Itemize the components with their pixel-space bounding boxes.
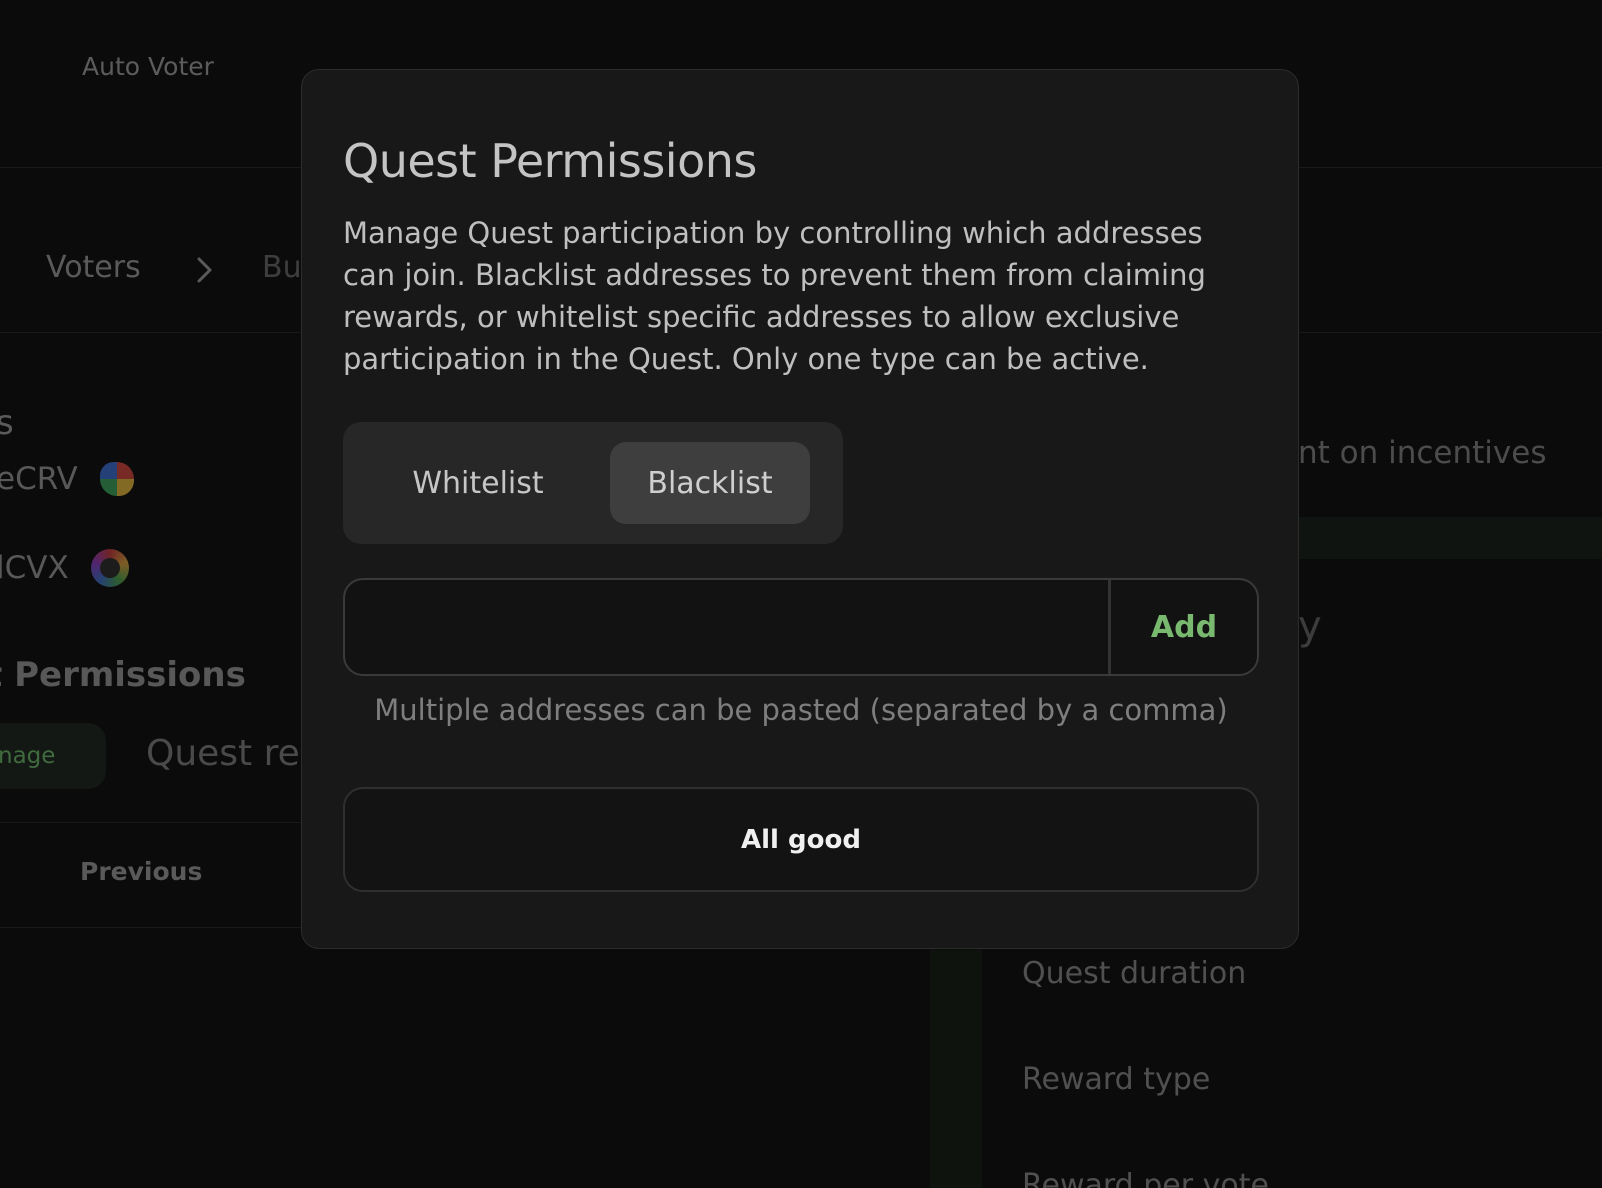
- breadcrumb-next[interactable]: Bu: [262, 250, 302, 285]
- reward-per-vote-label: Reward per vote: [1022, 1168, 1269, 1188]
- chevron-right-icon: [197, 257, 212, 283]
- left-panel: s eCRV lCVX t Permissions nage Quest rev…: [0, 333, 321, 1188]
- summary-heading-fragment: y: [1298, 603, 1322, 649]
- quest-rewards-label: Quest rev: [146, 733, 322, 774]
- section-heading-fragment: s: [0, 403, 14, 443]
- previous-button[interactable]: Previous: [80, 857, 202, 886]
- convex-logo-icon: [90, 549, 129, 587]
- summary-accent-strip: [930, 950, 982, 1188]
- modal-description: Manage Quest participation by controllin…: [343, 216, 1206, 376]
- blacklist-tab[interactable]: Blacklist: [610, 442, 810, 524]
- address-entry: Add: [343, 578, 1259, 676]
- quest-permissions-modal: Quest Permissions Manage Quest participa…: [301, 69, 1299, 949]
- quest-duration-label: Quest duration: [1022, 956, 1247, 991]
- breadcrumb-voters[interactable]: Voters: [46, 250, 141, 285]
- curve-logo-icon: [99, 462, 134, 496]
- right-panel: nt on incentives y: [1298, 333, 1602, 1188]
- reward-type-label: Reward type: [1022, 1062, 1211, 1097]
- address-input[interactable]: [345, 580, 1111, 674]
- token-item-ecrv[interactable]: eCRV: [0, 461, 134, 497]
- manage-button[interactable]: nage: [0, 723, 106, 789]
- token-item-lcvx[interactable]: lCVX: [0, 549, 129, 587]
- token-label: eCRV: [0, 461, 78, 497]
- footer-nav: Previous: [0, 822, 302, 928]
- address-hint: Multiple addresses can be pasted (separa…: [374, 693, 1228, 727]
- permissions-heading: t Permissions: [0, 655, 246, 695]
- whitelist-tab[interactable]: Whitelist: [373, 442, 583, 524]
- highlight-band: [1298, 517, 1602, 559]
- all-good-button[interactable]: All good: [343, 787, 1259, 892]
- token-label: lCVX: [0, 550, 69, 586]
- app-name[interactable]: Auto Voter: [82, 52, 214, 81]
- add-button[interactable]: Add: [1111, 580, 1257, 674]
- modal-title: Quest Permissions: [343, 134, 757, 188]
- permission-type-toggle: Whitelist Blacklist: [343, 422, 843, 544]
- incentives-text: nt on incentives: [1298, 435, 1547, 471]
- page: Auto Voter Voters Bu s eCRV lCVX t Permi…: [0, 0, 1602, 1188]
